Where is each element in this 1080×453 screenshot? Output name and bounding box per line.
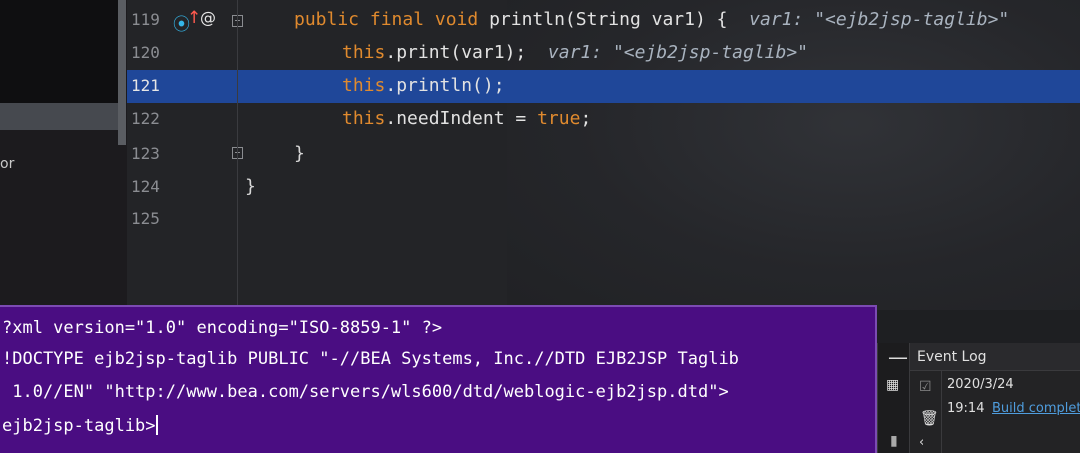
project-tree-item-label[interactable]: or <box>0 156 14 172</box>
event-date: 2020/3/24 <box>947 377 1014 392</box>
line-number: 122 <box>131 109 160 128</box>
text-cursor <box>155 415 158 435</box>
code-line-122[interactable]: 122 this.needIndent = true; <box>127 103 1080 136</box>
line-number: 123 <box>131 144 160 163</box>
project-tree-selected-row[interactable] <box>0 103 118 130</box>
project-panel: or <box>0 0 127 310</box>
tool-window-strip: — ▦ ▮ <box>877 343 909 453</box>
code-text: this.print(var1); var1: "<ejb2jsp-taglib… <box>342 42 809 63</box>
minimize-icon[interactable]: — <box>888 345 908 369</box>
ide-window: or 119 ⦿ ↑ @ public final void println(S… <box>0 0 1080 453</box>
code-text: } <box>294 143 305 164</box>
popup-line: ?xml version="1.0" encoding="ISO-8859-1"… <box>2 318 443 338</box>
layout-icon[interactable]: ▦ <box>886 377 899 393</box>
strip-scroll-icon[interactable]: ▮ <box>890 433 898 449</box>
project-panel-scrollbar[interactable] <box>118 0 126 145</box>
event-time: 19:14 <box>947 401 985 416</box>
gutter-separator <box>237 0 238 310</box>
value-tooltip-popup[interactable]: ?xml version="1.0" encoding="ISO-8859-1"… <box>0 305 877 453</box>
code-line-124[interactable]: 124 } <box>127 171 1080 204</box>
code-line-125[interactable]: 125 <box>127 203 1080 236</box>
trash-icon[interactable]: 🗑 <box>920 409 939 427</box>
code-line-119[interactable]: 119 ⦿ ↑ @ public final void println(Stri… <box>127 4 1080 37</box>
chevron-left-icon[interactable]: ‹ <box>919 435 924 450</box>
line-number: 120 <box>131 43 160 62</box>
code-line-121[interactable]: 121 this.println(); <box>127 70 1080 103</box>
code-line-123[interactable]: 123 } <box>127 138 1080 171</box>
mark-read-icon[interactable]: ☑ <box>919 379 932 395</box>
inlay-hint: var1: "<ejb2jsp-taglib>" <box>526 42 809 63</box>
code-text: public final void println(String var1) {… <box>294 9 1010 30</box>
line-number: 119 <box>131 10 160 29</box>
code-line-120[interactable]: 120 this.print(var1); var1: "<ejb2jsp-ta… <box>127 37 1080 70</box>
event-log-title: Event Log <box>917 349 987 365</box>
inlay-hint: var1: "<ejb2jsp-taglib>" <box>727 9 1010 30</box>
code-text: this.println(); <box>342 75 505 96</box>
annotation-at-icon[interactable]: @ <box>200 8 216 27</box>
build-complete-link[interactable]: Build complete <box>992 401 1080 416</box>
line-number: 121 <box>131 76 160 95</box>
line-number: 125 <box>131 209 160 228</box>
code-text: this.needIndent = true; <box>342 108 592 129</box>
event-log-toolbar: ☑ 🗑 ‹ <box>910 371 942 453</box>
code-editor[interactable]: 119 ⦿ ↑ @ public final void println(Stri… <box>127 0 1080 310</box>
popup-line: ejb2jsp-taglib> <box>2 415 158 436</box>
event-log-header: Event Log <box>910 343 1080 371</box>
line-number: 124 <box>131 177 160 196</box>
popup-line: !DOCTYPE ejb2jsp-taglib PUBLIC "-//BEA S… <box>2 349 739 369</box>
project-panel-background <box>0 0 118 103</box>
code-text: } <box>245 176 256 197</box>
popup-line: 1.0//EN" "http://www.bea.com/servers/wls… <box>2 382 729 402</box>
event-log-panel: Event Log ☑ 🗑 ‹ 2020/3/24 19:14 Build co… <box>909 343 1080 453</box>
